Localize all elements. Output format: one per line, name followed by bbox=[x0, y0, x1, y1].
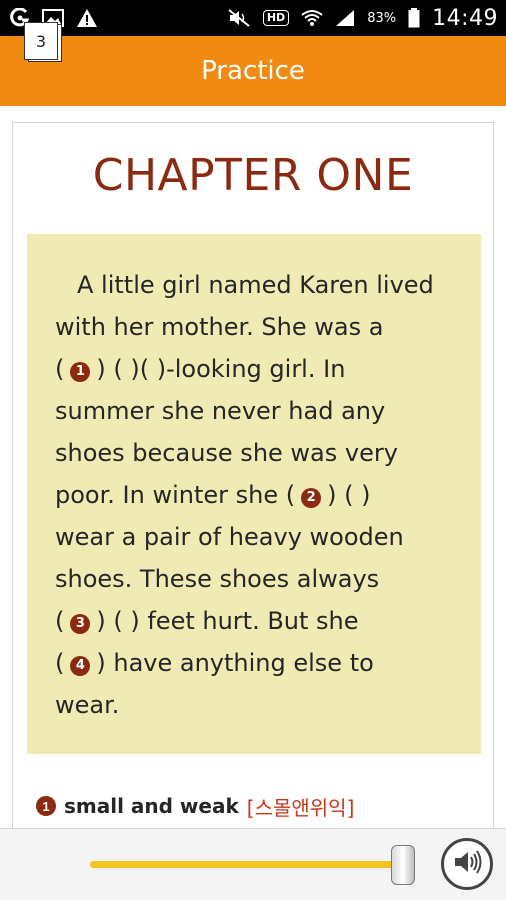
answer-text: small and weak bbox=[64, 794, 239, 818]
answer-item-1: 1 small and weak [스몰앤위익] bbox=[36, 791, 354, 821]
passage-line: wear. bbox=[55, 684, 461, 726]
progress-slider-track[interactable] bbox=[90, 861, 406, 868]
passage-line: poor. In winter she (2) ( ) bbox=[55, 474, 461, 516]
passage-line: (1) ( )( )-looking girl. In bbox=[55, 348, 461, 390]
passage-text: shoes. These shoes always bbox=[55, 565, 380, 593]
passage-text: ) ( )( )-looking girl. In bbox=[96, 355, 346, 383]
page-title: Practice bbox=[201, 56, 305, 86]
battery-icon bbox=[408, 8, 420, 28]
clock: 14:49 bbox=[432, 5, 498, 31]
passage-text: A little girl named Karen lived bbox=[77, 271, 434, 299]
audio-button[interactable] bbox=[441, 838, 493, 890]
answer-number: 1 bbox=[36, 796, 56, 816]
passage-line: (3) ( ) feet hurt. But she bbox=[55, 600, 461, 642]
passage-text: with her mother. She was a bbox=[55, 313, 384, 341]
warning-icon bbox=[76, 8, 98, 28]
mute-icon bbox=[227, 8, 251, 28]
passage-text: shoes because she was very bbox=[55, 439, 398, 467]
passage-line: summer she never had any bbox=[55, 390, 461, 432]
passage-text: wear. bbox=[55, 691, 120, 719]
progress-slider-thumb[interactable] bbox=[391, 845, 415, 885]
passage-text: ( bbox=[55, 355, 65, 383]
title-bar: Practice bbox=[0, 36, 506, 106]
battery-percent: 83% bbox=[367, 10, 397, 26]
pronunciation-hint: [스몰앤위익] bbox=[246, 795, 355, 820]
passage-line: with her mother. She was a bbox=[55, 306, 461, 348]
passage-text: ) ( ) feet hurt. But she bbox=[96, 607, 359, 635]
hd-badge: HD bbox=[262, 10, 290, 26]
blank-number-1[interactable]: 1 bbox=[70, 362, 91, 382]
passage-line: (4) have anything else to bbox=[55, 642, 461, 684]
story-passage: A little girl named Karen lived with her… bbox=[27, 234, 481, 754]
page-number[interactable]: 3 bbox=[24, 22, 58, 60]
passage-text: summer she never had any bbox=[55, 397, 386, 425]
passage-text: poor. In winter she ( bbox=[55, 481, 296, 509]
passage-text: ) have anything else to bbox=[96, 649, 374, 677]
status-right: HD 83% 14:49 bbox=[227, 6, 498, 31]
status-bar: HD 83% 14:49 bbox=[0, 0, 506, 36]
passage-text: ( bbox=[55, 607, 65, 635]
passage-line: A little girl named Karen lived bbox=[55, 264, 461, 306]
passage-text: wear a pair of heavy wooden bbox=[55, 523, 404, 551]
wifi-icon bbox=[301, 9, 323, 27]
passage-line: shoes because she was very bbox=[55, 432, 461, 474]
passage-text: ) ( ) bbox=[327, 481, 371, 509]
blank-number-2[interactable]: 2 bbox=[301, 488, 322, 508]
passage-line: shoes. These shoes always bbox=[55, 558, 461, 600]
passage-text: ( bbox=[55, 649, 65, 677]
blank-number-4[interactable]: 4 bbox=[70, 656, 91, 676]
chapter-title: CHAPTER ONE bbox=[92, 150, 414, 201]
signal-icon bbox=[335, 9, 355, 27]
passage-line: wear a pair of heavy wooden bbox=[55, 516, 461, 558]
speaker-icon bbox=[452, 848, 482, 881]
blank-number-3[interactable]: 3 bbox=[70, 614, 91, 634]
